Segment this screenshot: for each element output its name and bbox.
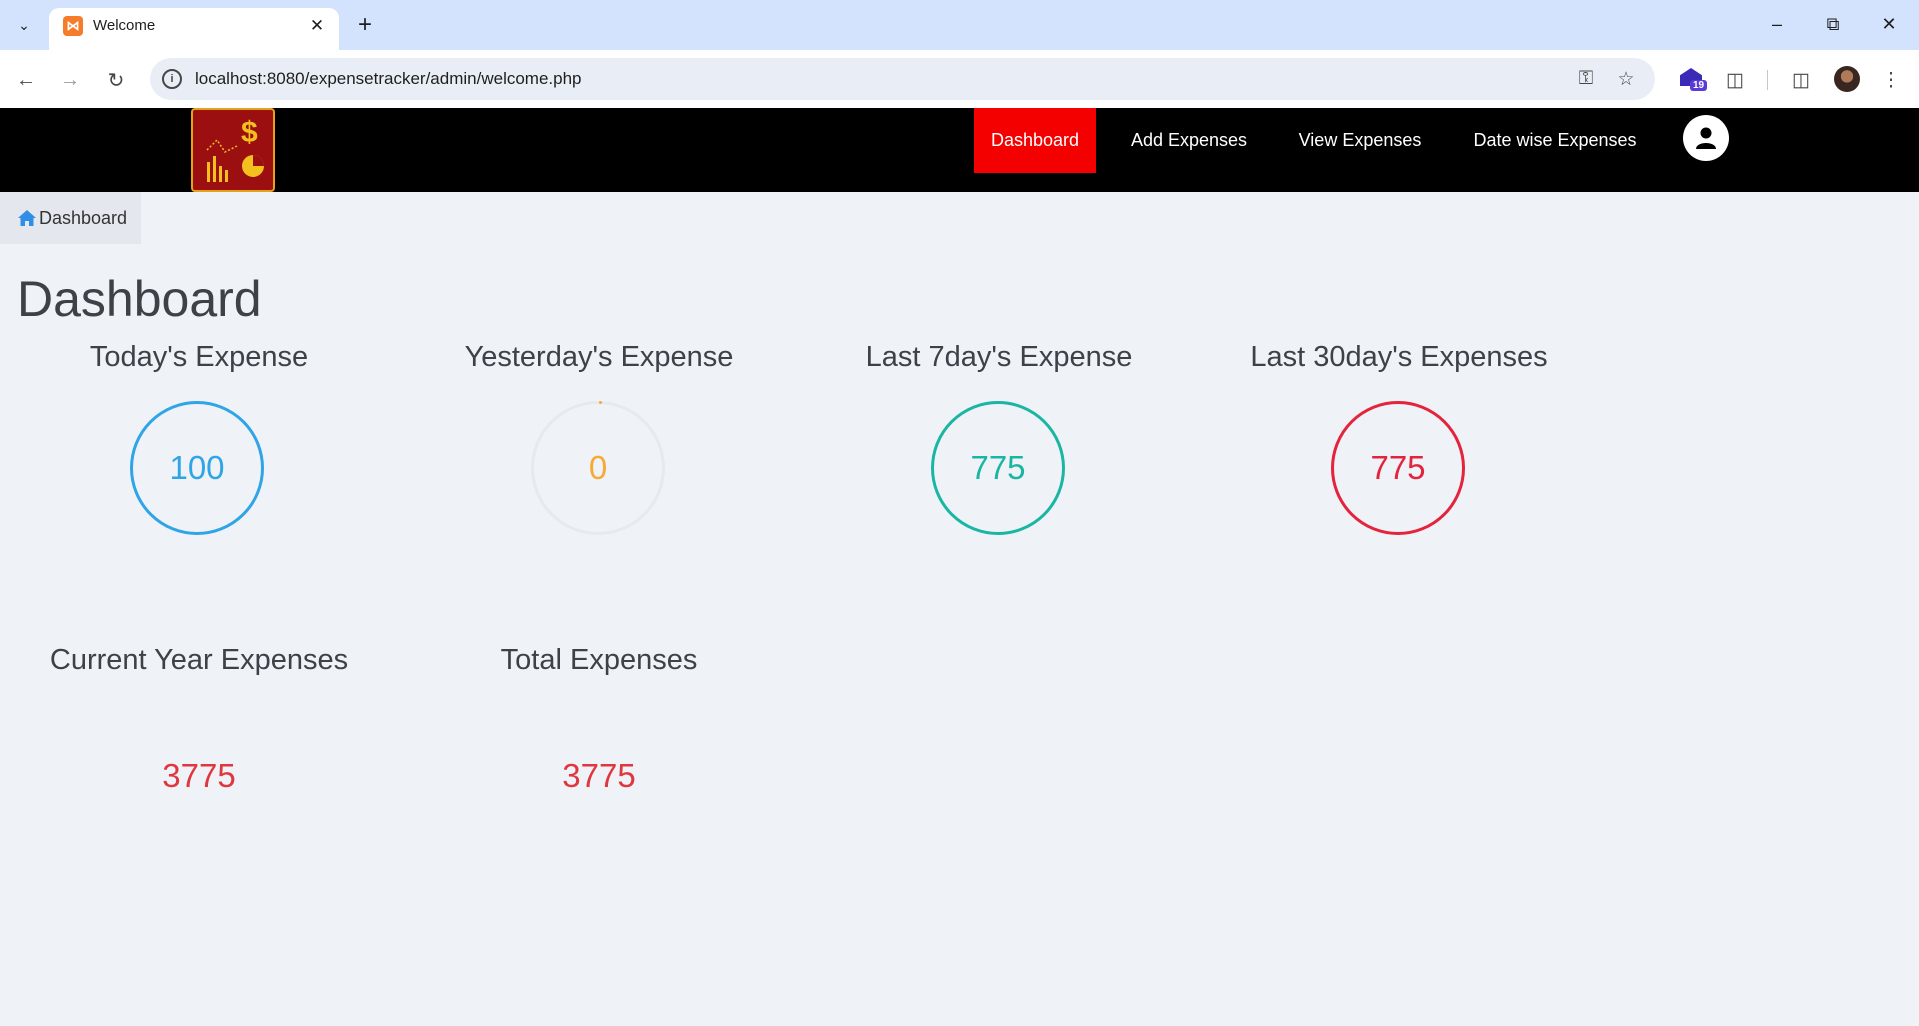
- side-panel-icon[interactable]: ◫: [1784, 63, 1818, 97]
- minimize-window-icon[interactable]: –: [1754, 6, 1800, 42]
- yesterday-progress-dot: [599, 401, 602, 404]
- yesterday-expense-title: Yesterday's Expense: [464, 341, 734, 373]
- logo-chart-dollar-icon: $: [206, 116, 264, 182]
- last7-expense-ring: 775: [931, 401, 1065, 535]
- yesterday-expense-ring: 0: [531, 401, 665, 535]
- user-silhouette-icon: [1696, 127, 1716, 149]
- breadcrumb: Dashboard: [0, 192, 141, 244]
- bookmark-star-icon[interactable]: ☆: [1614, 67, 1638, 91]
- total-expenses-value: 3775: [562, 757, 636, 794]
- reload-icon[interactable]: ↻: [99, 63, 133, 97]
- yesterday-expense-value: 0: [588, 449, 608, 486]
- current-year-expenses-value: 3775: [162, 757, 236, 794]
- extension-badge-count: 19: [1690, 80, 1708, 91]
- today-expense-value: 100: [169, 449, 225, 486]
- extensions-puzzle-icon[interactable]: ◫: [1718, 63, 1752, 97]
- today-expense-title: Today's Expense: [89, 341, 309, 373]
- close-window-icon[interactable]: ✕: [1866, 6, 1912, 42]
- last30-expense-ring: 775: [1331, 401, 1465, 535]
- app-header: $ Dashboard Add Expenses View Expenses D…: [0, 108, 1919, 192]
- extension-graduation-cap-icon[interactable]: 19: [1680, 66, 1708, 94]
- user-account-icon[interactable]: [1683, 115, 1729, 161]
- forward-arrow-icon[interactable]: →: [53, 63, 87, 97]
- url-text[interactable]: localhost:8080/expensetracker/admin/welc…: [195, 69, 582, 89]
- xampp-favicon-icon: ⋈: [63, 16, 83, 36]
- new-tab-plus-icon[interactable]: +: [350, 10, 380, 40]
- last7-expense-value: 775: [970, 449, 1026, 486]
- browser-toolbar: ← → ↻ i localhost:8080/expensetracker/ad…: [0, 50, 1919, 108]
- address-bar[interactable]: i localhost:8080/expensetracker/admin/we…: [150, 58, 1655, 100]
- last7-expense-title: Last 7day's Expense: [865, 341, 1133, 373]
- expense-tracker-logo[interactable]: $: [191, 108, 275, 192]
- today-expense-ring: 100: [130, 401, 264, 535]
- svg-text:$: $: [241, 116, 258, 149]
- restore-window-icon[interactable]: ⧉: [1810, 6, 1856, 42]
- tab-title: Welcome: [93, 17, 156, 34]
- total-expenses-title: Total Expenses: [500, 644, 698, 676]
- profile-avatar[interactable]: [1834, 66, 1860, 92]
- browser-tab-welcome[interactable]: ⋈ Welcome ✕: [49, 8, 339, 50]
- site-info-icon[interactable]: i: [162, 69, 182, 89]
- last30-expense-value: 775: [1370, 449, 1426, 486]
- page-title: Dashboard: [17, 271, 262, 327]
- back-arrow-icon[interactable]: ←: [9, 63, 43, 97]
- nav-add-expenses[interactable]: Add Expenses: [1114, 108, 1264, 173]
- last30-expense-title: Last 30day's Expenses: [1250, 341, 1548, 373]
- nav-view-expenses[interactable]: View Expenses: [1284, 108, 1436, 173]
- home-icon[interactable]: [17, 208, 37, 228]
- close-tab-icon[interactable]: ✕: [305, 14, 329, 38]
- tab-list-chevron-icon[interactable]: ⌄: [9, 10, 39, 40]
- nav-dashboard[interactable]: Dashboard: [974, 108, 1096, 173]
- breadcrumb-dashboard-link[interactable]: Dashboard: [39, 208, 127, 229]
- password-key-icon[interactable]: ⚿: [1574, 67, 1598, 91]
- current-year-expenses-title: Current Year Expenses: [49, 644, 349, 676]
- toolbar-divider: [1767, 70, 1768, 90]
- browser-tab-bar: ⌄ ⋈ Welcome ✕ + – ⧉ ✕: [0, 0, 1919, 50]
- nav-date-wise-expenses[interactable]: Date wise Expenses: [1460, 108, 1650, 173]
- browser-menu-kebab-icon[interactable]: ⋮: [1874, 63, 1908, 97]
